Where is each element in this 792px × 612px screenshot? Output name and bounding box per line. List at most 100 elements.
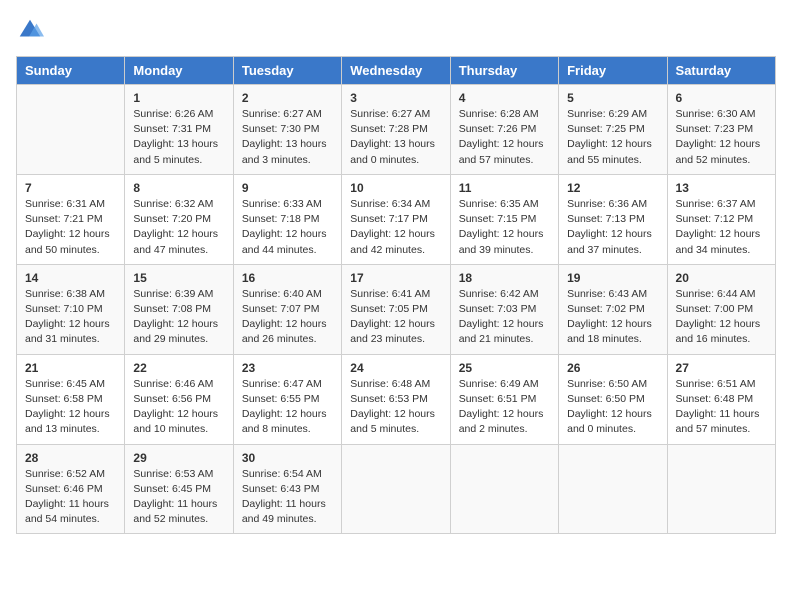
week-row-5: 28 Sunrise: 6:52 AMSunset: 6:46 PMDayligh… xyxy=(17,444,776,534)
day-info: Sunrise: 6:34 AMSunset: 7:17 PMDaylight:… xyxy=(350,197,441,258)
day-info: Sunrise: 6:51 AMSunset: 6:48 PMDaylight:… xyxy=(676,377,767,438)
day-number: 16 xyxy=(242,271,333,285)
day-number: 10 xyxy=(350,181,441,195)
day-cell: 30 Sunrise: 6:54 AMSunset: 6:43 PMDayligh… xyxy=(233,444,341,534)
day-cell: 9 Sunrise: 6:33 AMSunset: 7:18 PMDaylight… xyxy=(233,174,341,264)
day-cell: 6 Sunrise: 6:30 AMSunset: 7:23 PMDaylight… xyxy=(667,85,775,175)
day-info: Sunrise: 6:46 AMSunset: 6:56 PMDaylight:… xyxy=(133,377,224,438)
day-info: Sunrise: 6:30 AMSunset: 7:23 PMDaylight:… xyxy=(676,107,767,168)
day-cell xyxy=(667,444,775,534)
day-info: Sunrise: 6:38 AMSunset: 7:10 PMDaylight:… xyxy=(25,287,116,348)
day-number: 26 xyxy=(567,361,658,375)
day-cell: 22 Sunrise: 6:46 AMSunset: 6:56 PMDayligh… xyxy=(125,354,233,444)
day-cell: 27 Sunrise: 6:51 AMSunset: 6:48 PMDayligh… xyxy=(667,354,775,444)
day-cell: 17 Sunrise: 6:41 AMSunset: 7:05 PMDayligh… xyxy=(342,264,450,354)
week-row-1: 1 Sunrise: 6:26 AMSunset: 7:31 PMDaylight… xyxy=(17,85,776,175)
day-cell: 26 Sunrise: 6:50 AMSunset: 6:50 PMDayligh… xyxy=(559,354,667,444)
day-cell: 10 Sunrise: 6:34 AMSunset: 7:17 PMDayligh… xyxy=(342,174,450,264)
day-number: 23 xyxy=(242,361,333,375)
day-info: Sunrise: 6:45 AMSunset: 6:58 PMDaylight:… xyxy=(25,377,116,438)
day-info: Sunrise: 6:49 AMSunset: 6:51 PMDaylight:… xyxy=(459,377,550,438)
day-number: 18 xyxy=(459,271,550,285)
day-number: 9 xyxy=(242,181,333,195)
day-info: Sunrise: 6:29 AMSunset: 7:25 PMDaylight:… xyxy=(567,107,658,168)
day-info: Sunrise: 6:48 AMSunset: 6:53 PMDaylight:… xyxy=(350,377,441,438)
calendar-table: SundayMondayTuesdayWednesdayThursdayFrid… xyxy=(16,56,776,534)
day-cell: 20 Sunrise: 6:44 AMSunset: 7:00 PMDayligh… xyxy=(667,264,775,354)
day-cell: 18 Sunrise: 6:42 AMSunset: 7:03 PMDayligh… xyxy=(450,264,558,354)
col-header-tuesday: Tuesday xyxy=(233,57,341,85)
day-info: Sunrise: 6:26 AMSunset: 7:31 PMDaylight:… xyxy=(133,107,224,168)
day-number: 4 xyxy=(459,91,550,105)
day-info: Sunrise: 6:35 AMSunset: 7:15 PMDaylight:… xyxy=(459,197,550,258)
day-cell: 23 Sunrise: 6:47 AMSunset: 6:55 PMDayligh… xyxy=(233,354,341,444)
col-header-thursday: Thursday xyxy=(450,57,558,85)
day-info: Sunrise: 6:32 AMSunset: 7:20 PMDaylight:… xyxy=(133,197,224,258)
day-info: Sunrise: 6:37 AMSunset: 7:12 PMDaylight:… xyxy=(676,197,767,258)
col-header-wednesday: Wednesday xyxy=(342,57,450,85)
day-info: Sunrise: 6:41 AMSunset: 7:05 PMDaylight:… xyxy=(350,287,441,348)
day-info: Sunrise: 6:47 AMSunset: 6:55 PMDaylight:… xyxy=(242,377,333,438)
day-cell: 13 Sunrise: 6:37 AMSunset: 7:12 PMDayligh… xyxy=(667,174,775,264)
day-number: 11 xyxy=(459,181,550,195)
day-number: 25 xyxy=(459,361,550,375)
day-info: Sunrise: 6:50 AMSunset: 6:50 PMDaylight:… xyxy=(567,377,658,438)
day-number: 28 xyxy=(25,451,116,465)
day-number: 15 xyxy=(133,271,224,285)
col-header-saturday: Saturday xyxy=(667,57,775,85)
col-header-friday: Friday xyxy=(559,57,667,85)
day-info: Sunrise: 6:52 AMSunset: 6:46 PMDaylight:… xyxy=(25,467,116,528)
day-info: Sunrise: 6:54 AMSunset: 6:43 PMDaylight:… xyxy=(242,467,333,528)
day-info: Sunrise: 6:43 AMSunset: 7:02 PMDaylight:… xyxy=(567,287,658,348)
day-number: 7 xyxy=(25,181,116,195)
day-cell xyxy=(559,444,667,534)
header xyxy=(16,16,776,44)
day-cell: 1 Sunrise: 6:26 AMSunset: 7:31 PMDaylight… xyxy=(125,85,233,175)
day-number: 20 xyxy=(676,271,767,285)
day-cell xyxy=(450,444,558,534)
day-number: 24 xyxy=(350,361,441,375)
day-cell: 28 Sunrise: 6:52 AMSunset: 6:46 PMDayligh… xyxy=(17,444,125,534)
day-cell: 4 Sunrise: 6:28 AMSunset: 7:26 PMDaylight… xyxy=(450,85,558,175)
day-number: 8 xyxy=(133,181,224,195)
day-info: Sunrise: 6:28 AMSunset: 7:26 PMDaylight:… xyxy=(459,107,550,168)
day-info: Sunrise: 6:42 AMSunset: 7:03 PMDaylight:… xyxy=(459,287,550,348)
day-cell: 8 Sunrise: 6:32 AMSunset: 7:20 PMDaylight… xyxy=(125,174,233,264)
day-info: Sunrise: 6:27 AMSunset: 7:28 PMDaylight:… xyxy=(350,107,441,168)
day-info: Sunrise: 6:33 AMSunset: 7:18 PMDaylight:… xyxy=(242,197,333,258)
day-number: 29 xyxy=(133,451,224,465)
day-cell: 16 Sunrise: 6:40 AMSunset: 7:07 PMDayligh… xyxy=(233,264,341,354)
day-cell: 11 Sunrise: 6:35 AMSunset: 7:15 PMDayligh… xyxy=(450,174,558,264)
col-header-sunday: Sunday xyxy=(17,57,125,85)
col-header-monday: Monday xyxy=(125,57,233,85)
day-info: Sunrise: 6:53 AMSunset: 6:45 PMDaylight:… xyxy=(133,467,224,528)
day-number: 22 xyxy=(133,361,224,375)
week-row-3: 14Sunrise: 6:38 AMSunset: 7:10 PMDayligh… xyxy=(17,264,776,354)
day-info: Sunrise: 6:39 AMSunset: 7:08 PMDaylight:… xyxy=(133,287,224,348)
day-info: Sunrise: 6:40 AMSunset: 7:07 PMDaylight:… xyxy=(242,287,333,348)
day-number: 6 xyxy=(676,91,767,105)
day-number: 21 xyxy=(25,361,116,375)
day-number: 12 xyxy=(567,181,658,195)
day-number: 1 xyxy=(133,91,224,105)
day-cell xyxy=(17,85,125,175)
day-number: 19 xyxy=(567,271,658,285)
day-number: 17 xyxy=(350,271,441,285)
day-info: Sunrise: 6:44 AMSunset: 7:00 PMDaylight:… xyxy=(676,287,767,348)
day-number: 13 xyxy=(676,181,767,195)
logo xyxy=(16,16,48,44)
week-row-2: 7Sunrise: 6:31 AMSunset: 7:21 PMDaylight… xyxy=(17,174,776,264)
day-cell: 19 Sunrise: 6:43 AMSunset: 7:02 PMDayligh… xyxy=(559,264,667,354)
day-cell: 2Sunrise: 6:27 AMSunset: 7:30 PMDaylight… xyxy=(233,85,341,175)
logo-icon xyxy=(16,16,44,44)
day-number: 2 xyxy=(242,91,333,105)
day-cell: 5Sunrise: 6:29 AMSunset: 7:25 PMDaylight… xyxy=(559,85,667,175)
day-cell: 29 Sunrise: 6:53 AMSunset: 6:45 PMDayligh… xyxy=(125,444,233,534)
day-cell: 24 Sunrise: 6:48 AMSunset: 6:53 PMDayligh… xyxy=(342,354,450,444)
day-number: 27 xyxy=(676,361,767,375)
day-cell: 7Sunrise: 6:31 AMSunset: 7:21 PMDaylight… xyxy=(17,174,125,264)
day-number: 3 xyxy=(350,91,441,105)
week-row-4: 21 Sunrise: 6:45 AMSunset: 6:58 PMDayligh… xyxy=(17,354,776,444)
day-number: 30 xyxy=(242,451,333,465)
day-cell: 25 Sunrise: 6:49 AMSunset: 6:51 PMDayligh… xyxy=(450,354,558,444)
